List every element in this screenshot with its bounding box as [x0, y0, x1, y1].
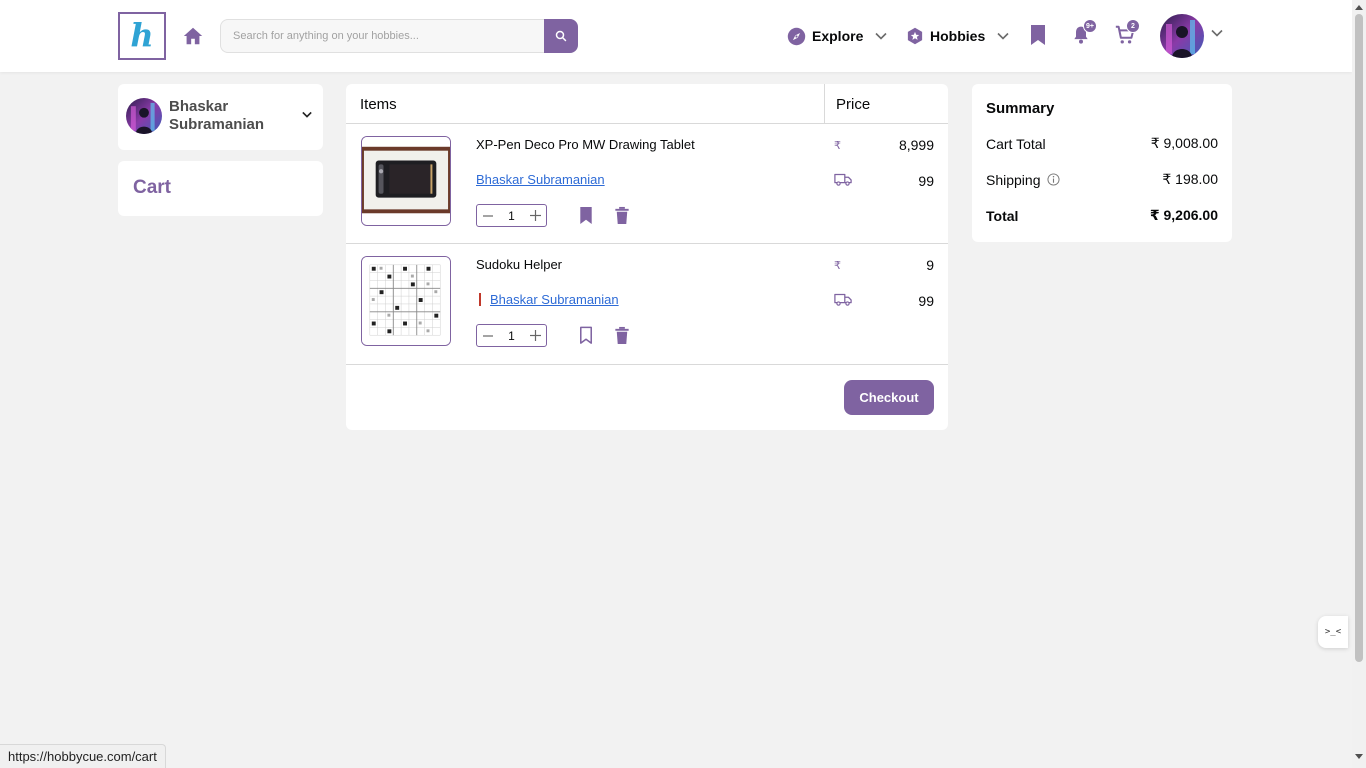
seller-link[interactable]: Bhaskar Subramanian [476, 172, 605, 187]
decrement-button[interactable] [477, 205, 499, 226]
info-icon[interactable] [1046, 173, 1060, 186]
minus-icon [483, 214, 493, 217]
order-summary: Summary Cart Total ₹ 9,008.00 Shipping ₹… [972, 84, 1232, 242]
search-icon [555, 30, 567, 42]
trash-icon[interactable] [614, 326, 632, 346]
scroll-up-arrow-icon[interactable] [1355, 4, 1363, 10]
top-header: h Explore Hobbies 9+ 2 [0, 0, 1352, 72]
plus-icon [529, 210, 541, 221]
plus-icon [529, 330, 541, 341]
rupee-icon: ₹ [834, 260, 841, 272]
increment-button[interactable] [524, 205, 546, 226]
search-bar [220, 19, 578, 53]
bookmark-filled-icon[interactable] [578, 206, 596, 226]
cart-items-panel: Items Price XP-Pen Deco Pro MW Drawing T… [346, 84, 948, 430]
cart-nav-card: Cart [118, 161, 323, 216]
profile-name: Bhaskar Subramanian [169, 98, 265, 133]
increment-button[interactable] [524, 325, 546, 346]
truck-icon [834, 173, 852, 186]
floating-widget-button[interactable]: >_< [1318, 616, 1348, 648]
total-row: Total ₹ 9,206.00 [986, 207, 1218, 224]
product-image[interactable] [361, 136, 451, 226]
cart-total-value: ₹ 9,008.00 [1150, 135, 1218, 151]
decrement-button[interactable] [477, 325, 499, 346]
header-divider [824, 84, 825, 124]
search-input[interactable] [220, 19, 544, 53]
profile-switcher[interactable]: Bhaskar Subramanian [118, 84, 323, 150]
total-value: ₹ 9,206.00 [1149, 207, 1218, 223]
text-cursor-mark [479, 293, 481, 306]
cart-badge: 2 [1126, 19, 1140, 33]
scroll-down-arrow-icon[interactable] [1355, 754, 1363, 760]
quantity-value[interactable]: 1 [502, 329, 522, 343]
chevron-down-icon [997, 32, 1009, 40]
chevron-down-icon [302, 111, 312, 118]
seller-link[interactable]: Bhaskar Subramanian [490, 292, 619, 307]
price-column-header: Price [836, 95, 871, 113]
page-scrollbar[interactable] [1352, 0, 1366, 768]
bookmark-outline-icon[interactable] [578, 326, 596, 346]
shipping-row: Shipping ₹ 198.00 [986, 171, 1218, 188]
divider [346, 364, 948, 365]
quantity-stepper: 1 [476, 324, 547, 347]
quantity-value[interactable]: 1 [502, 209, 522, 223]
item-price: 8,999 [898, 137, 934, 153]
search-button[interactable] [544, 19, 578, 53]
shipping-label: Shipping [986, 171, 1041, 188]
profile-avatar [126, 98, 162, 134]
item-shipping: 99 [918, 293, 934, 309]
cart-title: Cart [133, 177, 172, 198]
cart-total-label: Cart Total [986, 135, 1046, 152]
summary-title: Summary [986, 100, 1055, 117]
total-label: Total [986, 207, 1019, 224]
notifications-badge: 9+ [1083, 19, 1097, 33]
cart-button[interactable]: 2 [1114, 19, 1140, 48]
checkout-button[interactable]: Checkout [844, 380, 934, 415]
bookmarks-icon[interactable] [1028, 24, 1052, 48]
explore-label: Explore [812, 28, 864, 44]
shipping-value: ₹ 198.00 [1162, 171, 1218, 187]
explore-menu[interactable]: Explore [787, 24, 887, 48]
home-icon[interactable] [182, 25, 204, 47]
trash-icon[interactable] [614, 206, 632, 226]
cart-item-row: XP-Pen Deco Pro MW Drawing Tablet Bhaska… [346, 124, 948, 244]
truck-icon [834, 293, 852, 306]
rupee-icon: ₹ [834, 140, 841, 152]
hobbies-menu[interactable]: Hobbies [906, 24, 1009, 48]
hobbycue-logo[interactable]: h [118, 12, 166, 60]
product-image[interactable] [361, 256, 451, 346]
cart-total-row: Cart Total ₹ 9,008.00 [986, 135, 1218, 152]
chevron-down-icon[interactable] [1211, 29, 1223, 37]
scroll-thumb[interactable] [1355, 14, 1363, 662]
item-title[interactable]: Sudoku Helper [476, 257, 562, 272]
hobbies-label: Hobbies [930, 28, 986, 44]
cart-item-row: Sudoku Helper Bhaskar Subramanian 1 ₹ 9 … [346, 244, 948, 364]
minus-icon [483, 334, 493, 337]
user-avatar[interactable] [1160, 14, 1204, 58]
logo-letter: h [130, 16, 154, 54]
chevron-down-icon [875, 32, 887, 40]
link-status-bar: https://hobbycue.com/cart [0, 744, 166, 768]
item-price: 9 [926, 257, 934, 273]
item-title[interactable]: XP-Pen Deco Pro MW Drawing Tablet [476, 137, 695, 152]
hobbies-icon [907, 27, 923, 45]
widget-label: >_< [1324, 627, 1342, 637]
item-shipping: 99 [918, 173, 934, 189]
items-column-header: Items [360, 95, 397, 113]
notifications-button[interactable]: 9+ [1071, 19, 1097, 48]
compass-icon [787, 27, 806, 45]
quantity-stepper: 1 [476, 204, 547, 227]
